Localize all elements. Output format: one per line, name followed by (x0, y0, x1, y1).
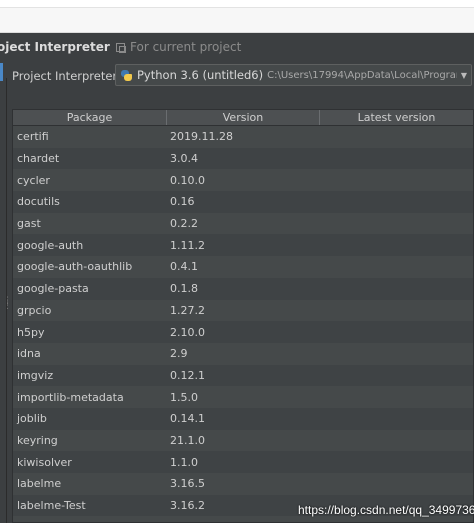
package-name: keyring (17, 433, 58, 447)
table-row[interactable]: idna 2.9 (13, 343, 473, 365)
table-row[interactable]: labelme 3.16.5 (13, 473, 473, 495)
package-version: 0.4.1 (170, 260, 198, 274)
page-title: oject Interpreter (0, 40, 110, 54)
package-version: 0.10.0 (170, 173, 205, 187)
package-version: 1.1.0 (170, 455, 198, 469)
packages-table: Package Version Latest version certifi 20… (12, 109, 474, 523)
package-name: google-auth-oauthlib (17, 260, 133, 274)
package-name: certifi (17, 130, 49, 144)
package-name: idna (17, 347, 41, 361)
package-name: cycler (17, 173, 50, 187)
copy-icon (116, 42, 126, 53)
search-strip (0, 7, 474, 33)
package-version: 1.11.2 (170, 238, 205, 252)
package-name: google-auth (17, 238, 84, 252)
splitter-grip[interactable]: ⋮ ⋮ (3, 297, 12, 321)
package-name: google-pasta (17, 282, 89, 296)
interpreter-select[interactable]: Python 3.6 (untitled6) C:\Users\17994\Ap… (115, 64, 472, 86)
python-icon (120, 69, 133, 82)
scope-indicator: For current project (116, 40, 241, 54)
column-header-package[interactable]: Package (13, 110, 167, 125)
package-name: h5py (17, 325, 45, 339)
table-row[interactable]: google-auth-oauthlib 0.4.1 (13, 256, 473, 278)
package-name: labelme-Test (17, 499, 86, 513)
package-version: 3.16.5 (170, 477, 205, 491)
package-name: imgviz (17, 368, 54, 382)
settings-panel: ⋮ ⋮ oject Interpreter For current project… (0, 33, 474, 523)
interpreter-path: C:\Users\17994\AppData\Local\Programs\Py (267, 69, 457, 81)
package-version: 1.27.2 (170, 303, 205, 317)
table-row[interactable]: google-pasta 0.1.8 (13, 277, 473, 300)
chevron-down-icon[interactable]: ▼ (457, 71, 471, 80)
scope-label: For current project (130, 40, 242, 54)
table-row[interactable]: google-auth 1.11.2 (13, 234, 473, 257)
package-version: 2.9 (170, 347, 188, 361)
table-body: certifi 2019.11.28 chardet 3.0.4 cycler 0.10.… (13, 126, 473, 522)
table-row[interactable]: grpcio 1.27.2 (13, 300, 473, 322)
interpreter-name: Python 3.6 (untitled6) (137, 68, 264, 82)
package-version: 0.14.1 (170, 412, 205, 426)
package-version: 2019.11.28 (170, 130, 233, 144)
column-header-version[interactable]: Version (167, 110, 320, 125)
table-row[interactable]: docutils 0.16 (13, 191, 473, 213)
left-selection-indicator (0, 63, 3, 81)
package-version: 0.1.8 (170, 282, 198, 296)
table-row[interactable]: labelme-Test3.16.2 (13, 516, 473, 522)
table-header: Package Version Latest version (13, 110, 473, 126)
package-version: 1.5.0 (170, 390, 198, 404)
package-version: 3.0.4 (170, 152, 198, 166)
table-row[interactable]: joblib 0.14.1 (13, 407, 473, 430)
package-version: 0.12.1 (170, 368, 205, 382)
package-name: joblib (17, 412, 47, 426)
column-header-latest-version[interactable]: Latest version (320, 110, 473, 125)
table-row[interactable]: cycler 0.10.0 (13, 169, 473, 191)
package-name: grpcio (17, 303, 52, 317)
package-name: docutils (17, 195, 60, 209)
package-name: labelme (17, 477, 62, 491)
package-version: 0.16 (170, 195, 195, 209)
package-name: importlib-metadata (17, 390, 124, 404)
table-row[interactable]: chardet 3.0.4 (13, 147, 473, 170)
package-name: chardet (17, 152, 60, 166)
table-row[interactable]: keyring 21.1.0 (13, 430, 473, 452)
table-row[interactable]: certifi 2019.11.28 (13, 126, 473, 148)
table-row[interactable]: importlib-metadata 1.5.0 (13, 386, 473, 408)
watermark: https://blog.csdn.net/qq_34997364 (298, 503, 474, 517)
package-name: gast (17, 217, 41, 231)
package-name: kiwisolver (17, 455, 72, 469)
interpreter-label: Project Interpreter: (12, 69, 121, 83)
table-row[interactable]: imgviz 0.12.1 (13, 364, 473, 387)
table-row[interactable]: kiwisolver 1.1.0 (13, 451, 473, 473)
package-version: 0.2.2 (170, 217, 198, 231)
package-version: 21.1.0 (170, 433, 205, 447)
package-version: 2.10.0 (170, 325, 205, 339)
table-row[interactable]: h5py 2.10.0 (13, 321, 473, 343)
table-row[interactable]: gast 0.2.2 (13, 213, 473, 235)
